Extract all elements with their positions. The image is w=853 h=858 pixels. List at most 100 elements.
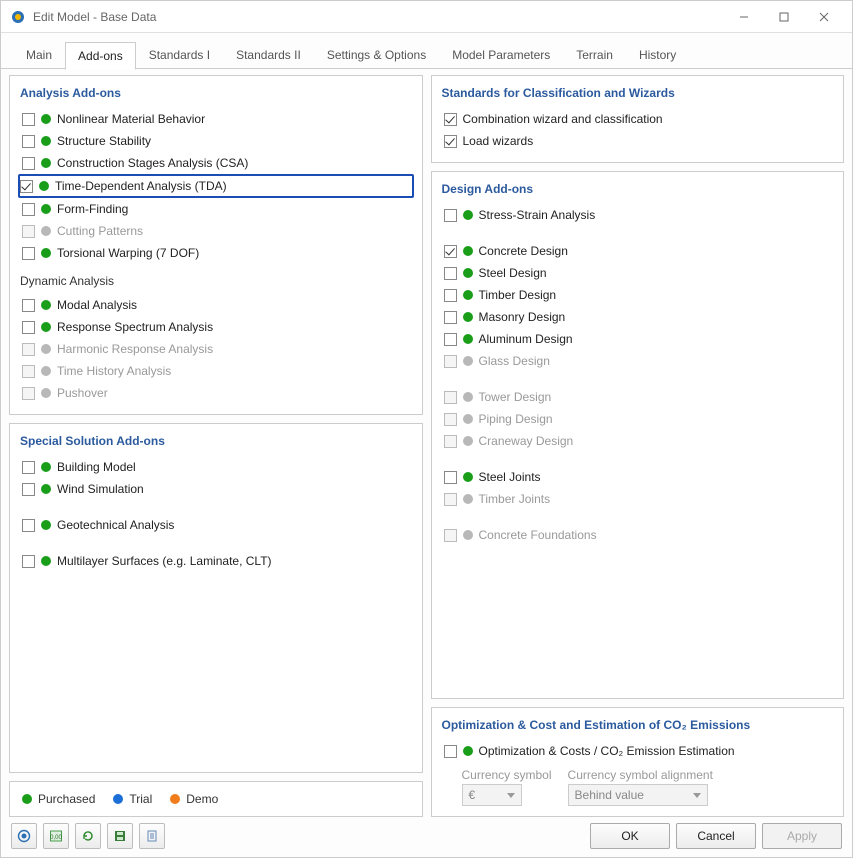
status-dot-icon [41,344,51,354]
help-button[interactable] [11,823,37,849]
status-dot-icon [463,436,473,446]
steel-design-checkbox[interactable] [444,267,457,280]
report-button[interactable] [139,823,165,849]
torsional-warping-checkbox[interactable] [22,247,35,260]
status-dot-icon [41,366,51,376]
design-addons-title: Design Add-ons [442,182,834,196]
item-label: Piping Design [479,412,553,426]
status-dot-icon [463,472,473,482]
glass-design-item: Glass Design [442,350,834,372]
tab-settings-options[interactable]: Settings & Options [314,41,439,69]
tab-terrain[interactable]: Terrain [563,41,626,69]
item-label: Structure Stability [57,134,151,148]
steel-joints-item: Steel Joints [442,466,834,488]
modal-analysis-checkbox[interactable] [22,299,35,312]
concrete-foundations-checkbox [444,529,457,542]
timber-joints-item: Timber Joints [442,488,834,510]
timber-design-checkbox[interactable] [444,289,457,302]
tab-addons[interactable]: Add-ons [65,42,136,70]
cancel-button[interactable]: Cancel [676,823,756,849]
status-dot-icon [41,136,51,146]
item-label: Time History Analysis [57,364,171,378]
reset-button[interactable] [75,823,101,849]
tab-main[interactable]: Main [13,41,65,69]
status-dot-icon [463,746,473,756]
response-spectrum-item: Response Spectrum Analysis [20,316,412,338]
form-finding-checkbox[interactable] [22,203,35,216]
save-default-button[interactable] [107,823,133,849]
pushover-checkbox [22,387,35,400]
combination-wizard-checkbox[interactable] [444,113,457,126]
wind-simulation-item: Wind Simulation [20,478,412,500]
legend-label: Trial [129,792,152,806]
stress-strain-checkbox[interactable] [444,209,457,222]
nonlinear-material-behavior-checkbox[interactable] [22,113,35,126]
item-label: Construction Stages Analysis (CSA) [57,156,248,170]
glass-design-checkbox [444,355,457,368]
status-dot-icon [41,462,51,472]
maximize-button[interactable] [764,3,804,31]
status-dot-icon [41,248,51,258]
item-label: Glass Design [479,354,550,368]
optimization-cost-checkbox[interactable] [444,745,457,758]
optimization-cost-item: Optimization & Costs / CO₂ Emission Esti… [442,740,834,762]
status-dot-icon [41,226,51,236]
status-dot-icon [41,520,51,530]
left-column: Analysis Add-ons Nonlinear Material Beha… [9,75,423,817]
cutting-patterns-item: Cutting Patterns [20,220,412,242]
currency-row: Currency symbol € Currency symbol alignm… [442,768,834,806]
masonry-design-checkbox[interactable] [444,311,457,324]
status-dot-icon [463,392,473,402]
structure-stability-checkbox[interactable] [22,135,35,148]
load-wizards-checkbox[interactable] [444,135,457,148]
structure-stability-item: Structure Stability [20,130,412,152]
tab-model-parameters[interactable]: Model Parameters [439,41,563,69]
item-label: Stress-Strain Analysis [479,208,596,222]
wind-simulation-checkbox[interactable] [22,483,35,496]
currency-alignment-label: Currency symbol alignment [568,768,713,782]
tda-checkbox[interactable] [20,180,33,193]
status-dot-icon [41,556,51,566]
item-label: Cutting Patterns [57,224,143,238]
item-label: Tower Design [479,390,552,404]
tab-standards-ii[interactable]: Standards II [223,41,314,69]
building-model-checkbox[interactable] [22,461,35,474]
units-button[interactable]: 0,00 [43,823,69,849]
tab-standards-i[interactable]: Standards I [136,41,223,69]
concrete-design-checkbox[interactable] [444,245,457,258]
item-label: Concrete Design [479,244,568,258]
status-dot-icon [41,388,51,398]
tab-history[interactable]: History [626,41,689,69]
tower-design-checkbox [444,391,457,404]
bottom-bar: 0,00 OK Cancel Apply [1,817,852,857]
torsional-warping-item: Torsional Warping (7 DOF) [20,242,412,264]
status-dot-icon [39,181,49,191]
nonlinear-material-behavior-item: Nonlinear Material Behavior [20,108,412,130]
multilayer-surfaces-item: Multilayer Surfaces (e.g. Laminate, CLT) [20,550,412,572]
time-history-checkbox [22,365,35,378]
status-dot-icon [463,494,473,504]
edit-model-window: Edit Model - Base Data Main Add-ons Stan… [0,0,853,858]
status-dot-icon [463,356,473,366]
item-label: Harmonic Response Analysis [57,342,213,356]
analysis-addons-title: Analysis Add-ons [20,86,412,100]
status-dot-icon [113,794,123,804]
steel-joints-checkbox[interactable] [444,471,457,484]
multilayer-surfaces-checkbox[interactable] [22,555,35,568]
construction-stages-checkbox[interactable] [22,157,35,170]
minimize-button[interactable] [724,3,764,31]
aluminum-design-checkbox[interactable] [444,333,457,346]
geotechnical-analysis-checkbox[interactable] [22,519,35,532]
status-dot-icon [463,414,473,424]
tda-item: Time-Dependent Analysis (TDA) [18,174,414,198]
optimization-panel: Optimization & Cost and Estimation of CO… [431,707,845,817]
content-area: Analysis Add-ons Nonlinear Material Beha… [1,68,852,817]
ok-button[interactable]: OK [590,823,670,849]
masonry-design-item: Masonry Design [442,306,834,328]
harmonic-response-item: Harmonic Response Analysis [20,338,412,360]
currency-alignment-field: Currency symbol alignment Behind value [568,768,713,806]
item-label: Modal Analysis [57,298,137,312]
close-button[interactable] [804,3,844,31]
item-label: Load wizards [463,134,534,148]
response-spectrum-checkbox[interactable] [22,321,35,334]
